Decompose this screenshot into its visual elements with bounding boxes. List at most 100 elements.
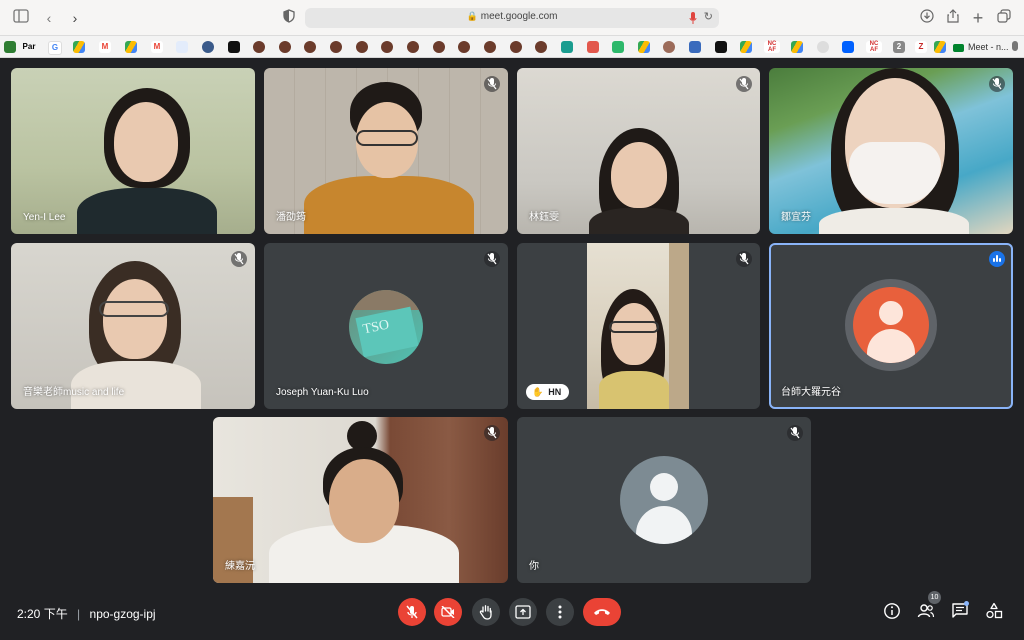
participant-name: 台師大羅元谷 bbox=[781, 387, 841, 398]
participant-video bbox=[587, 243, 689, 409]
participant-avatar bbox=[620, 456, 708, 544]
muted-mic-icon bbox=[484, 425, 500, 441]
gmail-icon[interactable]: M bbox=[99, 41, 111, 53]
participant-name: 林鈺雯 bbox=[529, 212, 559, 223]
bookmark-favicon-icon[interactable] bbox=[202, 41, 214, 53]
more-vert-icon bbox=[558, 605, 562, 619]
google-icon[interactable]: G bbox=[48, 41, 62, 55]
bookmark-favicon-icon[interactable] bbox=[433, 41, 445, 53]
lock-icon: 🔒 bbox=[466, 11, 478, 21]
bookmark-favicon-icon[interactable] bbox=[663, 41, 675, 53]
meeting-controls-bar: 2:20 下午 | npo-gzog-ipj bbox=[0, 592, 1024, 640]
person-icon bbox=[650, 473, 678, 501]
bookmark-favicon-icon[interactable] bbox=[304, 41, 316, 53]
bookmark-favicon-icon[interactable] bbox=[561, 41, 573, 53]
bookmark-nc-af[interactable]: NC AF bbox=[866, 41, 882, 53]
participant-name: 練嘉沅 bbox=[225, 561, 255, 572]
microphone-in-use-icon[interactable] bbox=[689, 11, 697, 24]
bookmark-favicon-icon[interactable] bbox=[176, 41, 188, 53]
present-now-button[interactable] bbox=[509, 598, 537, 626]
bookmark-par[interactable]: Par bbox=[22, 41, 36, 53]
bookmark-favicon-icon[interactable] bbox=[817, 41, 829, 53]
address-bar[interactable]: 🔒 meet.google.com ↻ bbox=[305, 8, 719, 28]
activities-button[interactable] bbox=[985, 602, 1003, 620]
drive-icon[interactable] bbox=[740, 41, 752, 53]
present-icon bbox=[515, 605, 531, 619]
drive-icon[interactable] bbox=[934, 41, 946, 53]
participant-name: 你 bbox=[529, 561, 539, 572]
bookmark-favicon-icon[interactable] bbox=[587, 41, 599, 53]
participant-tile-self[interactable]: 你 bbox=[517, 417, 811, 583]
more-options-button[interactable] bbox=[546, 598, 574, 626]
bookmark-z[interactable]: Z bbox=[915, 41, 927, 53]
meet-logo-icon bbox=[953, 43, 964, 52]
bookmark-favicon-icon[interactable] bbox=[510, 41, 522, 53]
back-icon[interactable]: ‹ bbox=[40, 9, 58, 27]
drive-icon[interactable] bbox=[638, 41, 650, 53]
speaking-indicator-icon bbox=[989, 251, 1005, 267]
muted-mic-icon bbox=[736, 251, 752, 267]
participant-tile-joseph[interactable]: TSO Joseph Yuan-Ku Luo bbox=[264, 243, 508, 409]
participant-avatar bbox=[853, 287, 929, 363]
participant-name: 潘劭筠 bbox=[276, 212, 306, 223]
mic-off-icon bbox=[406, 605, 418, 619]
forward-icon[interactable]: › bbox=[66, 9, 84, 27]
bookmark-favicon-icon[interactable] bbox=[381, 41, 393, 53]
participant-name: Joseph Yuan-Ku Luo bbox=[276, 387, 369, 398]
participant-tile-pan[interactable]: 潘劭筠 bbox=[264, 68, 508, 234]
raise-hand-button[interactable] bbox=[472, 598, 500, 626]
bookmark-favicon-icon[interactable] bbox=[689, 41, 701, 53]
sidebar-toggle-icon[interactable] bbox=[12, 9, 30, 27]
participant-name: Yen-I Lee bbox=[23, 212, 66, 223]
show-everyone-button[interactable] bbox=[917, 602, 935, 620]
person-icon bbox=[879, 301, 903, 325]
gmail-icon[interactable]: M bbox=[151, 41, 163, 53]
drive-icon[interactable] bbox=[791, 41, 803, 53]
bookmark-favicon-icon[interactable] bbox=[279, 41, 291, 53]
bookmark-favicon-icon[interactable] bbox=[715, 41, 727, 53]
dropbox-icon[interactable] bbox=[842, 41, 854, 53]
muted-mic-icon bbox=[736, 76, 752, 92]
call-end-icon bbox=[594, 609, 610, 615]
bookmark-favicon-icon[interactable] bbox=[4, 41, 16, 53]
bookmark-favicon-icon[interactable] bbox=[458, 41, 470, 53]
bookmark-favicon-icon[interactable] bbox=[228, 41, 240, 53]
meeting-time: 2:20 下午 bbox=[17, 607, 68, 621]
hand-icon bbox=[479, 605, 492, 620]
participant-tile-yen-i-lee[interactable]: Yen-I Lee bbox=[11, 68, 255, 234]
bookmark-favicon-icon[interactable] bbox=[484, 41, 496, 53]
reload-icon[interactable]: ↻ bbox=[704, 10, 713, 23]
tab-overview-icon[interactable] bbox=[995, 9, 1013, 27]
toggle-camera-button[interactable] bbox=[434, 598, 462, 626]
participant-avatar: TSO bbox=[349, 290, 423, 364]
drive-icon[interactable] bbox=[125, 41, 137, 53]
bookmark-favicon-icon[interactable] bbox=[356, 41, 368, 53]
activities-icon bbox=[986, 602, 1003, 619]
muted-mic-icon bbox=[231, 251, 247, 267]
meet-tab[interactable]: Meet - n... bbox=[953, 39, 1009, 55]
participant-name: 音樂老師music and life bbox=[23, 387, 125, 398]
bookmark-nc-af[interactable]: NC AF bbox=[764, 41, 780, 53]
privacy-shield-icon[interactable] bbox=[280, 9, 298, 27]
participant-tile-music-teacher[interactable]: 音樂老師music and life bbox=[11, 243, 255, 409]
participant-tile-luo-yuan-gu[interactable]: 台師大羅元谷 bbox=[769, 243, 1013, 409]
downloads-icon[interactable] bbox=[918, 9, 936, 27]
participant-tile-lin[interactable]: 林鈺雯 bbox=[517, 68, 760, 234]
bookmark-favicon-icon[interactable] bbox=[407, 41, 419, 53]
participant-tile-lian[interactable]: 練嘉沅 bbox=[213, 417, 508, 583]
participant-tile-zou[interactable]: 鄒宜芬 bbox=[769, 68, 1013, 234]
participant-tile-hn[interactable]: ✋ HN bbox=[517, 243, 760, 409]
bookmark-favicon-icon[interactable] bbox=[612, 41, 624, 53]
url-text: meet.google.com bbox=[480, 11, 558, 22]
leave-call-button[interactable] bbox=[583, 598, 621, 626]
new-tab-icon[interactable]: + bbox=[969, 9, 987, 27]
bookmark-favicon-icon[interactable] bbox=[330, 41, 342, 53]
bookmark-favicon-icon[interactable] bbox=[535, 41, 547, 53]
bookmark-favicon-icon[interactable] bbox=[253, 41, 265, 53]
share-icon[interactable] bbox=[944, 9, 962, 27]
toggle-microphone-button[interactable] bbox=[398, 598, 426, 626]
meeting-info: 2:20 下午 | npo-gzog-ipj bbox=[17, 605, 156, 622]
meeting-details-button[interactable] bbox=[883, 602, 901, 620]
drive-icon[interactable] bbox=[73, 41, 85, 53]
bookmark-2[interactable]: 2 bbox=[893, 41, 905, 53]
